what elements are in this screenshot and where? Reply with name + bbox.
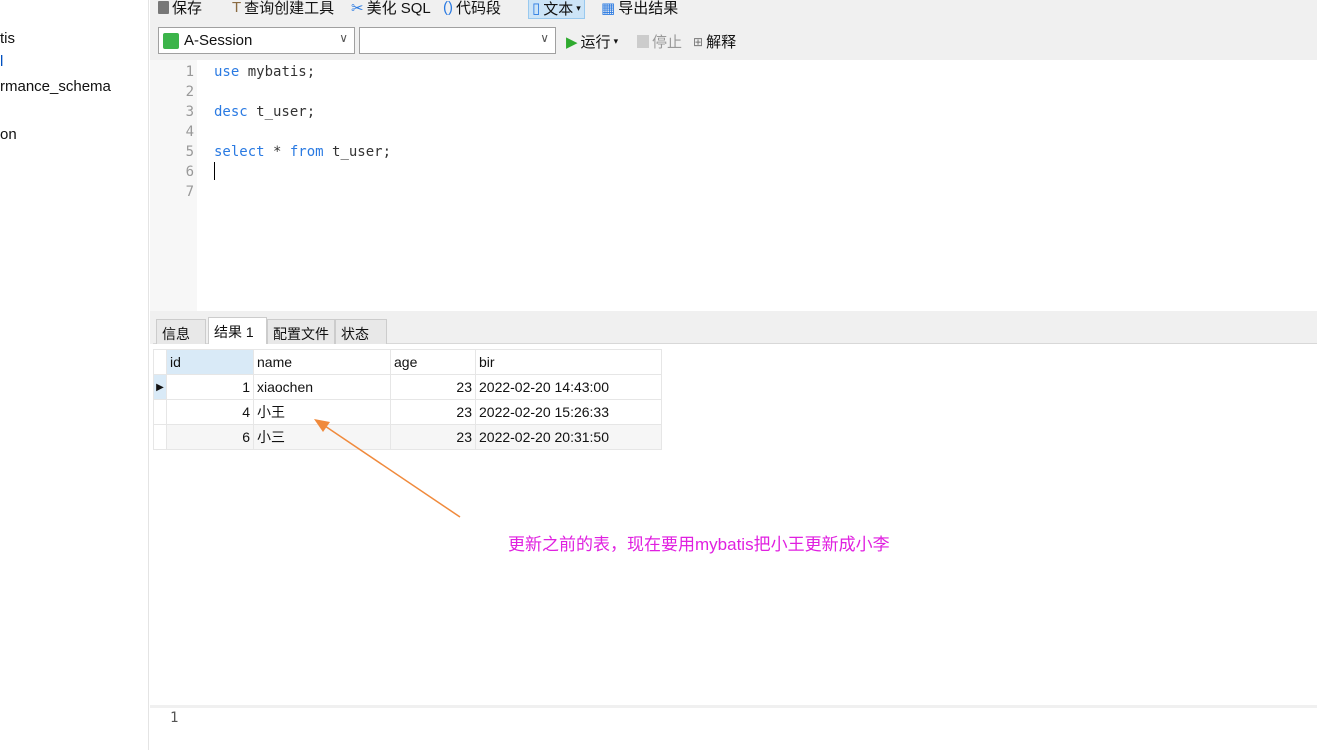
tab-profile[interactable]: 配置文件: [267, 319, 335, 344]
database-select[interactable]: ∨: [359, 27, 556, 54]
query-builder-button[interactable]: T 查询创建工具: [232, 0, 334, 18]
caret-down-icon: ▾: [576, 2, 581, 13]
table-row[interactable]: 6 小三 23 2022-02-20 20:31:50: [153, 424, 662, 450]
column-header-age[interactable]: age: [390, 349, 476, 375]
explain-icon: ⊞: [693, 34, 704, 49]
cell-id[interactable]: 6: [166, 424, 254, 450]
line-number: 7: [185, 184, 194, 200]
chevron-down-icon: ∨: [339, 31, 348, 45]
chevron-down-icon: ∨: [540, 31, 549, 45]
line-number: 6: [185, 164, 194, 180]
tab-status[interactable]: 状态: [335, 319, 387, 344]
current-row-indicator-icon: ▶: [153, 374, 167, 400]
cell-age[interactable]: 23: [390, 374, 476, 400]
result-tabs: 信息 结果 1 配置文件 状态: [153, 317, 1317, 345]
code-line: select * from t_user;: [214, 144, 392, 160]
mysql-icon: [163, 32, 179, 49]
table-row[interactable]: 4 小王 23 2022-02-20 15:26:33: [153, 399, 662, 425]
tab-result-1[interactable]: 结果 1: [208, 317, 267, 345]
line-number: 5: [185, 144, 194, 160]
cell-age[interactable]: 23: [390, 424, 476, 450]
cell-bir[interactable]: 2022-02-20 20:31:50: [475, 424, 662, 450]
cell-bir[interactable]: 2022-02-20 15:26:33: [475, 399, 662, 425]
cell-name[interactable]: 小王: [253, 399, 391, 425]
cell-age[interactable]: 23: [390, 399, 476, 425]
tab-info[interactable]: 信息: [156, 319, 206, 344]
text-cursor: [214, 162, 215, 180]
table-row[interactable]: ▶ 1 xiaochen 23 2022-02-20 14:43:00: [153, 374, 662, 400]
snippet-button[interactable]: () 代码段: [443, 0, 501, 18]
toolbar: 保存 T 查询创建工具 ✂ 美化 SQL () 代码段 ▯ 文本 ▾ ▦ 导出结果: [150, 0, 1317, 20]
column-header-name[interactable]: name: [253, 349, 391, 375]
annotation-text: 更新之前的表，现在要用mybatis把小王更新成小李: [508, 535, 890, 554]
tree-item-performance-schema[interactable]: rmance_schema: [0, 78, 111, 95]
wand-icon: ✂: [351, 0, 364, 17]
result-grid[interactable]: id name age bir ▶ 1 xiaochen 23 2022-02-…: [153, 349, 662, 450]
tree-item-mybatis[interactable]: tis: [0, 30, 15, 47]
stop-button[interactable]: 停止: [637, 31, 682, 52]
line-number: 3: [185, 104, 194, 120]
save-button[interactable]: 保存: [158, 0, 202, 18]
line-number: 2: [185, 84, 194, 100]
cell-id[interactable]: 1: [166, 374, 254, 400]
cell-name[interactable]: xiaochen: [253, 374, 391, 400]
beautify-sql-button[interactable]: ✂ 美化 SQL: [351, 0, 431, 18]
message-panel: 1: [150, 708, 1317, 750]
line-number: 1: [170, 710, 179, 726]
parentheses-icon: (): [443, 0, 453, 16]
session-select[interactable]: A-Session ∨: [158, 27, 355, 54]
result-grid-panel: id name age bir ▶ 1 xiaochen 23 2022-02-…: [150, 344, 1317, 705]
cell-bir[interactable]: 2022-02-20 14:43:00: [475, 374, 662, 400]
hammer-icon: T: [232, 0, 242, 16]
sidebar-tree: tis l rmance_schema on: [0, 0, 149, 750]
sql-editor[interactable]: 1 2 3 4 5 6 7 use mybatis; desc t_user; …: [150, 60, 1317, 311]
tree-item[interactable]: l: [0, 53, 3, 70]
export-results-button[interactable]: ▦ 导出结果: [601, 0, 678, 18]
run-button[interactable]: ▶ 运行 ▾: [566, 31, 618, 52]
column-header-bir[interactable]: bir: [475, 349, 662, 375]
explain-button[interactable]: ⊞ 解释: [693, 31, 736, 52]
tree-item[interactable]: on: [0, 126, 17, 143]
code-line: desc t_user;: [214, 104, 316, 120]
line-number: 4: [185, 124, 194, 140]
column-header-id[interactable]: id: [166, 349, 254, 375]
text-mode-button[interactable]: ▯ 文本 ▾: [528, 0, 585, 19]
line-number: 1: [185, 64, 194, 80]
stop-icon: [637, 35, 649, 48]
caret-down-icon: ▾: [613, 36, 619, 46]
cell-name[interactable]: 小三: [253, 424, 391, 450]
line-gutter: 1 2 3 4 5 6 7: [150, 60, 197, 311]
document-icon: ▯: [532, 0, 541, 17]
code-line: use mybatis;: [214, 64, 316, 80]
save-icon: [158, 1, 169, 14]
play-icon: ▶: [566, 33, 578, 51]
header-row: id name age bir: [153, 349, 662, 375]
query-window: 保存 T 查询创建工具 ✂ 美化 SQL () 代码段 ▯ 文本 ▾ ▦ 导出结果 A-Se…: [150, 0, 1317, 750]
cell-id[interactable]: 4: [166, 399, 254, 425]
export-icon: ▦: [601, 0, 616, 17]
